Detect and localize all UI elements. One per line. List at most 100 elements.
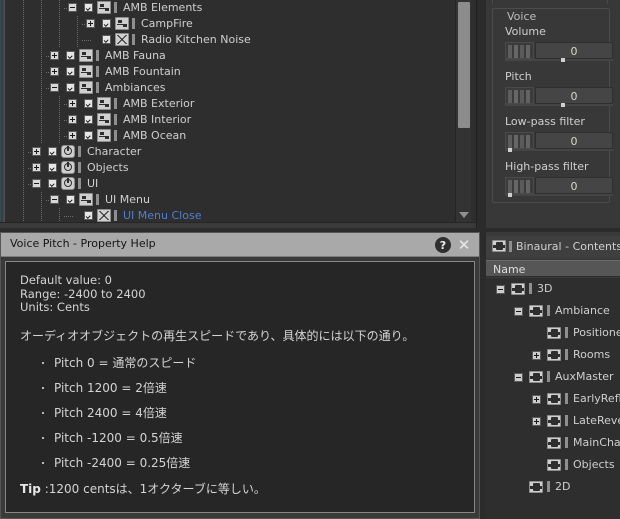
tree-expander-plus-icon[interactable] [532,417,541,426]
property-help-title-bar[interactable]: Voice Pitch - Property Help ? ✕ [1,233,479,257]
tree-expander-minus-icon[interactable] [514,373,523,382]
tree-guide-line [59,32,60,48]
bus-tree-row-label: Rooms [573,348,611,361]
property-control[interactable]: 0 [505,40,613,62]
tree-include-checkbox[interactable] [84,211,93,220]
tree-row[interactable]: CampFire [5,16,455,32]
tree-include-checkbox[interactable] [66,51,75,60]
tree-expander-plus-icon[interactable] [68,131,77,140]
bus-tree-row[interactable]: Ambiance [486,300,620,322]
property-slider[interactable] [505,103,613,107]
rtpc-link-icon[interactable] [505,87,534,104]
actor-mixer-icon [97,97,111,110]
tree-row-label: Ambiances [105,81,166,94]
tree-include-checkbox[interactable] [48,179,57,188]
rtpc-link-icon[interactable] [505,132,534,149]
property-control[interactable]: 0 [505,175,613,197]
tree-expander-minus-icon[interactable] [68,3,77,12]
property-value-input[interactable]: 0 [535,132,613,149]
tree-color-bar [565,437,568,448]
tree-row[interactable]: Objects [5,160,455,176]
tree-expander-minus-icon[interactable] [514,307,523,316]
tree-expander-plus-icon[interactable] [32,163,41,172]
tree-row[interactable]: UI [5,176,455,192]
bus-tree-row[interactable]: MainCharacte [486,432,620,454]
tree-row[interactable]: AMB Fauna [5,48,455,64]
tree-row-label: UI Menu [105,193,150,206]
project-tree[interactable]: AMB Elements CampFire Radio Kitchen Noise A… [5,0,455,222]
tree-expander-plus-icon[interactable] [50,67,59,76]
bus-tree-row[interactable]: Positioned [486,322,620,344]
tree-include-checkbox[interactable] [102,35,111,44]
tree-include-checkbox[interactable] [84,99,93,108]
bus-tree-row-label: 2D [555,480,571,493]
bus-icon [547,437,561,449]
property-control[interactable]: 0 [505,130,613,152]
tree-row[interactable]: AMB Fountain [5,64,455,80]
tree-expander-plus-icon[interactable] [532,395,541,404]
tree-expander-plus-icon[interactable] [86,19,95,28]
property-slider[interactable] [505,58,613,62]
tree-expander-plus-icon[interactable] [68,99,77,108]
slider-handle[interactable] [561,103,566,107]
tree-include-checkbox[interactable] [84,131,93,140]
scroll-down-arrow-icon[interactable] [459,212,469,218]
tree-color-bar [565,393,568,404]
tree-expander-minus-icon[interactable] [496,285,505,294]
name-column-header[interactable]: Name [486,260,620,277]
tree-guide-line [59,96,60,112]
bus-tree-row[interactable]: Rooms [486,344,620,366]
tree-row[interactable]: Ambiances [5,80,455,96]
bus-icon [529,305,543,317]
tree-include-checkbox[interactable] [66,67,75,76]
bus-tree-row[interactable]: EarlyReflec [486,388,620,410]
help-icon[interactable]: ? [435,237,451,253]
close-icon[interactable]: ✕ [453,234,475,256]
tree-include-checkbox[interactable] [66,83,75,92]
bus-tree-row[interactable]: Objects [486,454,620,476]
tree-include-checkbox[interactable] [84,115,93,124]
slider-handle[interactable] [508,148,513,152]
tree-expander-plus-icon[interactable] [50,51,59,60]
tree-include-checkbox[interactable] [48,163,57,172]
bus-tree-row[interactable]: AuxMaster [486,366,620,388]
bus-tree-row[interactable]: 2D [486,476,620,498]
tree-expander-minus-icon[interactable] [32,179,41,188]
scrollbar-thumb[interactable] [458,2,470,128]
property-label: High-pass filter [505,160,589,173]
property-slider[interactable] [505,148,613,152]
tree-row[interactable]: UI Menu Close [5,208,455,222]
tree-row[interactable]: Character [5,144,455,160]
tree-row[interactable]: AMB Ocean [5,128,455,144]
bus-icon [547,349,561,361]
property-value-input[interactable]: 0 [535,42,613,59]
bus-tree-row[interactable]: 3D [486,278,620,300]
tree-include-checkbox[interactable] [84,3,93,12]
tree-expander-plus-icon[interactable] [32,147,41,156]
tree-include-checkbox[interactable] [48,147,57,156]
property-slider[interactable] [505,193,613,197]
property-value-input[interactable]: 0 [535,177,613,194]
tree-include-checkbox[interactable] [102,19,111,28]
binaural-tab-title: Binaural - Contents E [516,240,620,253]
tree-row[interactable]: AMB Exterior [5,96,455,112]
tree-row[interactable]: Radio Kitchen Noise [5,32,455,48]
tree-expander-plus-icon[interactable] [532,351,541,360]
property-value-input[interactable]: 0 [535,87,613,104]
tree-expander-plus-icon[interactable] [68,115,77,124]
tree-row[interactable]: AMB Elements [5,0,455,16]
tree-row[interactable]: AMB Interior [5,112,455,128]
rtpc-link-icon[interactable] [505,42,534,59]
property-control[interactable]: 0 [505,85,613,107]
slider-handle[interactable] [561,58,566,62]
tree-expander-minus-icon[interactable] [50,195,59,204]
slider-handle[interactable] [508,193,513,197]
tree-include-checkbox[interactable] [66,195,75,204]
binaural-tab[interactable]: Binaural - Contents E [486,236,620,258]
rtpc-link-icon[interactable] [505,177,534,194]
tree-row[interactable]: UI Menu [5,192,455,208]
bus-tree-row[interactable]: LateRever [486,410,620,432]
binaural-tree[interactable]: 3DAmbiance Positioned Rooms AuxMaster EarlyR… [486,278,620,519]
vertical-scrollbar[interactable] [455,0,471,222]
tree-expander-minus-icon[interactable] [50,83,59,92]
